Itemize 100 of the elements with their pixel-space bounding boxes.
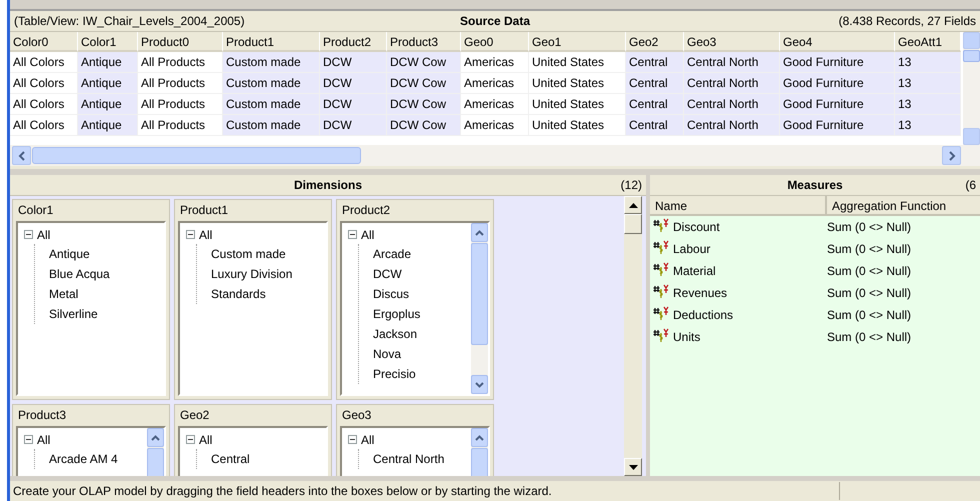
aggregation-function[interactable]: Sum (0 <> Null) bbox=[827, 330, 912, 344]
collapse-icon[interactable] bbox=[186, 435, 195, 444]
tree-item[interactable]: Antique bbox=[35, 247, 90, 261]
table-cell: Antique bbox=[78, 115, 138, 136]
aggregation-function[interactable]: Sum (0 <> Null) bbox=[827, 220, 912, 234]
aggregation-function[interactable]: Sum (0 <> Null) bbox=[827, 308, 912, 322]
tree-item[interactable]: Arcade bbox=[359, 247, 412, 261]
scroll-thumb[interactable] bbox=[32, 147, 361, 164]
column-header[interactable]: Product3 bbox=[387, 32, 461, 52]
column-header[interactable]: Geo1 bbox=[529, 32, 626, 52]
tree-item[interactable]: All bbox=[199, 228, 212, 242]
column-header[interactable]: Geo0 bbox=[461, 32, 529, 52]
table-cell: Central bbox=[626, 94, 684, 115]
vertical-scrollbar[interactable] bbox=[471, 223, 488, 394]
tree-item[interactable]: Nova bbox=[359, 347, 402, 361]
table-cell: Central bbox=[626, 73, 684, 94]
column-header[interactable]: Color0 bbox=[10, 32, 78, 52]
scroll-thumb[interactable] bbox=[963, 50, 980, 62]
table-cell: DCW bbox=[320, 73, 387, 94]
table-cell: 13 bbox=[895, 94, 961, 115]
table-cell: United States bbox=[529, 52, 626, 73]
table-cell: DCW bbox=[320, 52, 387, 73]
tree-item[interactable]: DCW bbox=[359, 267, 402, 281]
dimension-box[interactable]: Color1 All Antique Blue Acqua Metal Silverline bbox=[12, 199, 170, 400]
scroll-left-button[interactable] bbox=[12, 146, 31, 165]
chevron-up-icon bbox=[151, 434, 160, 440]
table-cell: Custom made bbox=[223, 94, 320, 115]
table-cell: 13 bbox=[895, 73, 961, 94]
collapse-icon[interactable] bbox=[348, 230, 357, 239]
horizontal-scrollbar[interactable] bbox=[10, 145, 980, 166]
tree-item[interactable]: All bbox=[199, 432, 212, 446]
table-cell: Central bbox=[626, 115, 684, 136]
table-cell: Antique bbox=[78, 94, 138, 115]
table-cell: All Products bbox=[138, 52, 223, 73]
dimension-box[interactable]: Product1 All Custom made Luxury Division Standards bbox=[174, 199, 332, 400]
dimension-box[interactable]: Geo3 All Central North bbox=[336, 404, 494, 476]
tree-item[interactable]: Silverline bbox=[35, 307, 98, 321]
column-header[interactable]: GeoAtt1 bbox=[895, 32, 961, 52]
collapse-icon[interactable] bbox=[186, 230, 195, 239]
tree-item[interactable]: Central North bbox=[359, 452, 444, 466]
tree-item[interactable]: Precisio bbox=[359, 367, 416, 381]
column-header[interactable]: Geo2 bbox=[626, 32, 684, 52]
tree-item[interactable]: All bbox=[37, 432, 50, 446]
tree-item[interactable]: Standards bbox=[197, 287, 266, 301]
dimension-box[interactable]: Product2 All Arcade DCW Discus Ergoplus Jackson Nova Precisio bbox=[336, 199, 494, 400]
aggregation-function[interactable]: Sum (0 <> Null) bbox=[827, 286, 912, 300]
tree-item[interactable]: Central bbox=[197, 452, 250, 466]
tree-item[interactable]: Metal bbox=[35, 287, 78, 301]
dimension-title: Geo2 bbox=[179, 407, 210, 424]
scroll-thumb[interactable] bbox=[471, 243, 488, 345]
dimension-box[interactable]: Geo2 All Central bbox=[174, 404, 332, 476]
table-cell: Central bbox=[626, 52, 684, 73]
column-header[interactable]: Product2 bbox=[320, 32, 387, 52]
measure-name[interactable]: Units bbox=[673, 330, 700, 344]
table-cell: Americas bbox=[461, 115, 529, 136]
tree-item[interactable]: Custom made bbox=[197, 247, 286, 261]
chevron-up-icon bbox=[475, 434, 484, 440]
tree-item[interactable]: All bbox=[361, 432, 374, 446]
tree-item[interactable]: Luxury Division bbox=[197, 267, 292, 281]
dimension-box[interactable]: Product3 All Arcade AM 4 bbox=[12, 404, 170, 476]
measure-name[interactable]: Deductions bbox=[673, 308, 734, 322]
column-header[interactable]: Product0 bbox=[138, 32, 223, 52]
collapse-icon[interactable] bbox=[24, 435, 33, 444]
chevron-left-icon bbox=[18, 150, 26, 160]
collapse-icon[interactable] bbox=[24, 230, 33, 239]
aggregation-function[interactable]: Sum (0 <> Null) bbox=[827, 264, 912, 278]
table-view-label: (Table/View: IW_Chair_Levels_2004_2005) bbox=[14, 14, 246, 28]
table-cell: All Colors bbox=[10, 73, 78, 94]
table-cell: Central North bbox=[684, 115, 780, 136]
tree-item[interactable]: All bbox=[361, 228, 374, 242]
table-cell: 13 bbox=[895, 115, 961, 136]
measure-name[interactable]: Discount bbox=[673, 220, 720, 234]
tree-item[interactable]: Ergoplus bbox=[359, 307, 420, 321]
tree-item[interactable]: Jackson bbox=[359, 327, 418, 341]
table-cell: Custom made bbox=[223, 52, 320, 73]
tree-item[interactable]: All bbox=[37, 228, 50, 242]
table-cell: DCW bbox=[320, 115, 387, 136]
table-cell: United States bbox=[529, 115, 626, 136]
collapse-icon[interactable] bbox=[348, 435, 357, 444]
column-header[interactable]: Color1 bbox=[78, 32, 138, 52]
scroll-right-button[interactable] bbox=[942, 146, 961, 165]
tree-item[interactable]: Discus bbox=[359, 287, 410, 301]
measure-name[interactable]: Material bbox=[673, 264, 716, 278]
vertical-scrollbar[interactable] bbox=[963, 32, 980, 145]
tree-item[interactable]: Arcade AM 4 bbox=[35, 452, 118, 466]
tree-item[interactable]: Blue Acqua bbox=[35, 267, 110, 281]
table-cell: All Colors bbox=[10, 94, 78, 115]
column-header[interactable]: Geo3 bbox=[684, 32, 780, 52]
column-header[interactable]: Geo4 bbox=[780, 32, 895, 52]
table-cell: Custom made bbox=[223, 115, 320, 136]
measure-name[interactable]: Labour bbox=[673, 242, 710, 256]
table-cell: Custom made bbox=[223, 73, 320, 94]
table-cell: Antique bbox=[78, 73, 138, 94]
table-cell: Americas bbox=[461, 94, 529, 115]
aggregation-function[interactable]: Sum (0 <> Null) bbox=[827, 242, 912, 256]
dimension-title: Color1 bbox=[17, 202, 54, 219]
table-cell: All Colors bbox=[10, 52, 78, 73]
column-header[interactable]: Product1 bbox=[223, 32, 320, 52]
measure-name[interactable]: Revenues bbox=[673, 286, 728, 300]
table-cell: DCW Cow bbox=[387, 73, 461, 94]
